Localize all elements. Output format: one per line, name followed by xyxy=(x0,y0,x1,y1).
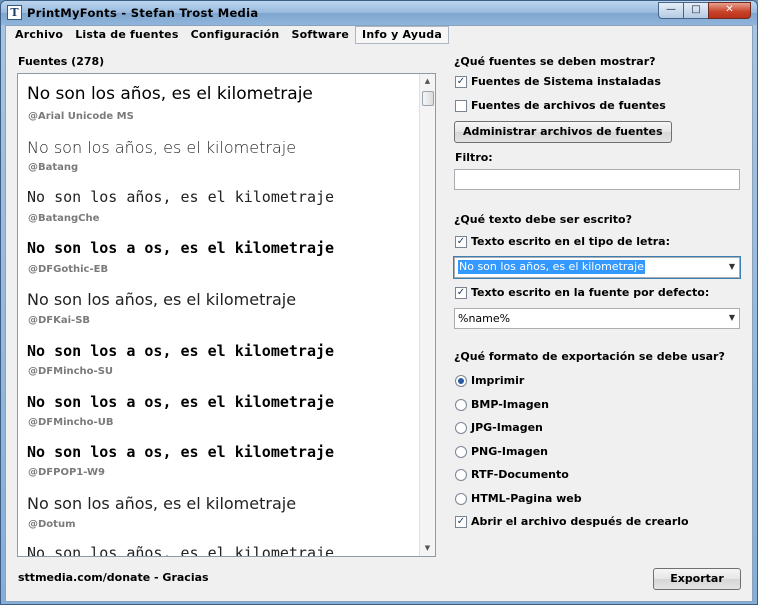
font-preview[interactable]: No son los a os, es el kilometraje xyxy=(27,393,334,411)
radio-label: HTML-Pagina web xyxy=(471,492,582,505)
window-controls: — □ ✕ xyxy=(658,2,751,19)
fonts-section-title: ¿Qué fuentes se deben mostrar? xyxy=(454,55,656,68)
default-text-checkbox[interactable]: ✓ Texto escrito en la fuente por defecto… xyxy=(455,286,709,299)
default-text-label: Texto escrito en la fuente por defecto: xyxy=(471,286,710,299)
radio-label: JPG-Imagen xyxy=(471,421,543,434)
radio-icon[interactable] xyxy=(455,421,467,434)
radio-html[interactable]: HTML-Pagina web xyxy=(455,492,582,505)
font-list[interactable]: No son los años, es el kilometraje @Aria… xyxy=(17,73,436,557)
radio-icon[interactable] xyxy=(455,398,467,411)
font-preview[interactable]: No son los años, es el kilometraje xyxy=(27,188,334,206)
radio-bmp[interactable]: BMP-Imagen xyxy=(455,398,549,411)
title-bar[interactable]: T PrintMyFonts - Stefan Trost Media — □ … xyxy=(1,1,757,25)
minimize-button[interactable]: — xyxy=(658,2,684,19)
radio-icon[interactable] xyxy=(455,492,467,505)
font-name: @DFGothic-EB xyxy=(28,264,109,275)
close-button[interactable]: ✕ xyxy=(708,2,751,19)
radio-icon[interactable] xyxy=(455,468,467,481)
check-icon[interactable]: ✓ xyxy=(455,235,467,248)
font-name: @DFPOP1-W9 xyxy=(28,467,105,478)
font-preview[interactable]: No son los años, es el kilometraje xyxy=(27,84,313,104)
checkbox-empty-icon[interactable] xyxy=(455,99,467,112)
filter-input[interactable] xyxy=(454,169,740,190)
radio-jpg[interactable]: JPG-Imagen xyxy=(455,421,543,434)
radio-label: PNG-Imagen xyxy=(471,445,549,458)
scroll-thumb[interactable] xyxy=(422,91,434,106)
font-text-value[interactable]: No son los años, es el kilometraje xyxy=(458,260,645,274)
font-name: @BatangChe xyxy=(28,213,100,224)
radio-rtf[interactable]: RTF-Documento xyxy=(455,468,569,481)
file-fonts-label: Fuentes de archivos de fuentes xyxy=(471,99,666,112)
dropdown-icon[interactable]: ▼ xyxy=(729,262,735,271)
font-preview[interactable]: No son los años, es el kilometraje xyxy=(27,544,334,556)
radio-label: RTF-Documento xyxy=(471,468,569,481)
check-icon[interactable]: ✓ xyxy=(455,75,467,88)
font-text-label: Texto escrito en el tipo de letra: xyxy=(471,235,670,248)
menu-software[interactable]: Software xyxy=(285,26,355,44)
menu-lista-de-fuentes[interactable]: Lista de fuentes xyxy=(69,26,184,44)
file-fonts-checkbox[interactable]: Fuentes de archivos de fuentes xyxy=(455,99,666,112)
font-list-header: Fuentes (278) xyxy=(18,55,105,68)
manage-font-files-button[interactable]: Administrar archivos de fuentes xyxy=(454,121,672,143)
export-section-title: ¿Qué formato de exportación se debe usar… xyxy=(454,350,725,363)
app-window: T PrintMyFonts - Stefan Trost Media — □ … xyxy=(0,0,758,605)
system-fonts-label: Fuentes de Sistema instaladas xyxy=(471,75,661,88)
scroll-up-icon[interactable]: ▲ xyxy=(420,74,435,89)
system-fonts-checkbox[interactable]: ✓ Fuentes de Sistema instaladas xyxy=(455,75,661,88)
maximize-button[interactable]: □ xyxy=(683,2,709,19)
menu-bar: Archivo Lista de fuentes Configuración S… xyxy=(6,26,752,45)
font-preview[interactable]: No son los años, es el kilometraje xyxy=(27,138,296,157)
font-preview[interactable]: No son los a os, es el kilometraje xyxy=(27,342,334,360)
dropdown-icon[interactable]: ▼ xyxy=(729,313,735,322)
donate-text[interactable]: sttmedia.com/donate - Gracias xyxy=(18,571,209,584)
scroll-down-icon[interactable]: ▼ xyxy=(420,541,435,556)
radio-icon[interactable] xyxy=(455,445,467,458)
radio-imprimir[interactable]: Imprimir xyxy=(455,374,524,387)
menu-info-y-ayuda[interactable]: Info y Ayuda xyxy=(355,26,449,44)
font-text-combobox[interactable]: No son los años, es el kilometraje ▼ xyxy=(453,256,741,279)
default-text-combobox[interactable]: %name% ▼ xyxy=(454,308,740,329)
font-text-checkbox[interactable]: ✓ Texto escrito en el tipo de letra: xyxy=(455,235,670,248)
check-icon[interactable]: ✓ xyxy=(455,515,467,528)
text-section-title: ¿Qué texto debe ser escrito? xyxy=(454,213,632,226)
font-name: @Arial Unicode MS xyxy=(28,111,134,122)
app-icon: T xyxy=(7,5,22,20)
default-text-value[interactable]: %name% xyxy=(458,312,510,325)
font-preview[interactable]: No son los a os, es el kilometraje xyxy=(27,443,334,461)
radio-label: BMP-Imagen xyxy=(471,398,549,411)
client-area: Archivo Lista de fuentes Configuración S… xyxy=(5,25,753,602)
filter-label: Filtro: xyxy=(455,151,493,164)
export-button[interactable]: Exportar xyxy=(653,568,741,590)
font-list-scrollbar[interactable]: ▲ ▼ xyxy=(419,74,435,556)
check-icon[interactable]: ✓ xyxy=(455,286,467,299)
radio-label: Imprimir xyxy=(471,374,525,387)
font-name: @DFMincho-SU xyxy=(28,366,114,377)
font-name: @DFKai-SB xyxy=(28,315,91,326)
radio-png[interactable]: PNG-Imagen xyxy=(455,445,548,458)
font-name: @DFMincho-UB xyxy=(28,417,114,428)
font-name: @Batang xyxy=(28,162,79,173)
font-name: @Dotum xyxy=(28,519,76,530)
open-after-checkbox[interactable]: ✓ Abrir el archivo después de crearlo xyxy=(455,515,689,528)
font-preview[interactable]: No son los años, es el kilometraje xyxy=(27,494,296,513)
menu-configuracion[interactable]: Configuración xyxy=(185,26,286,44)
font-preview[interactable]: No son los a os, es el kilometraje xyxy=(27,239,334,257)
window-title: PrintMyFonts - Stefan Trost Media xyxy=(27,6,259,20)
font-preview[interactable]: No son los años, es el kilometraje xyxy=(27,290,296,309)
radio-selected-icon[interactable] xyxy=(455,374,467,387)
menu-archivo[interactable]: Archivo xyxy=(9,26,69,44)
open-after-label: Abrir el archivo después de crearlo xyxy=(471,515,689,528)
